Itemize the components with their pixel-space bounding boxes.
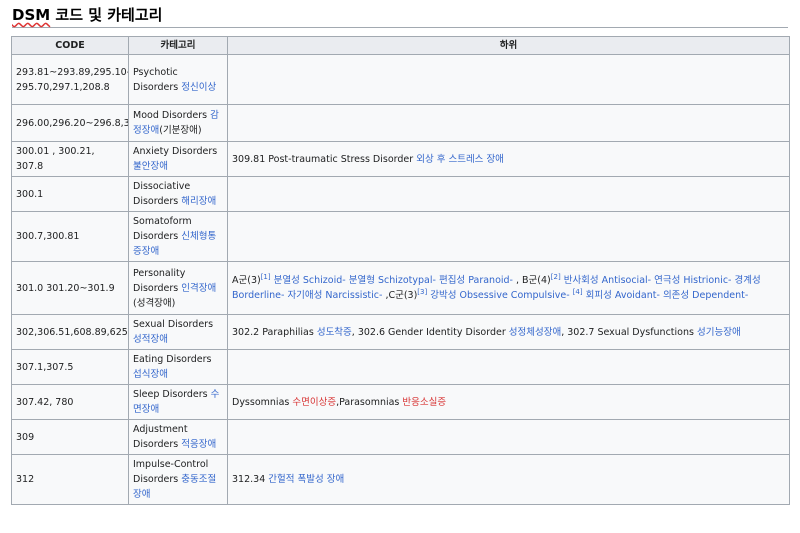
header-sub: 하위 — [227, 36, 790, 55]
category-korean-link[interactable]: 성적장애 — [133, 334, 168, 345]
reference-footnote[interactable]: [3] — [417, 288, 427, 296]
category-english: Adjustment Disorders — [133, 424, 188, 450]
subcategory-text: 309.81 Post-traumatic Stress Disorder — [232, 153, 417, 165]
subcategory-cell — [227, 176, 790, 212]
reference-footnote[interactable]: [1] — [261, 273, 271, 281]
code-cell: 307.42, 780 — [11, 384, 129, 420]
code-cell: 300.01 , 300.21, 307.8 — [11, 141, 129, 177]
subcategory-cell: 309.81 Post-traumatic Stress Disorder 외상… — [227, 141, 790, 177]
category-suffix: (기분장애) — [159, 125, 202, 136]
subcategory-text: A군(3) — [232, 275, 261, 286]
category-english: Sleep Disorders — [133, 389, 211, 400]
category-cell: Sleep Disorders 수면장애 — [128, 384, 228, 420]
subcategory-cell: Dyssomnias 수면이상증,Parasomnias 반응소실증 — [227, 384, 790, 420]
code-cell: 302,306.51,608.89,625 — [11, 314, 129, 350]
category-cell: Adjustment Disorders 적응장애 — [128, 419, 228, 455]
category-cell: Impulse-Control Disorders 충동조절장애 — [128, 454, 228, 505]
subcategory-text: , 302.6 Gender Identity Disorder — [351, 326, 509, 338]
category-cell: Personality Disorders 인격장애 (성격장애) — [128, 261, 228, 315]
category-english: Personality Disorders — [133, 267, 186, 294]
code-cell: 300.7,300.81 — [11, 211, 129, 262]
subcategory-link[interactable]: 외상 후 스트레스 장애 — [416, 154, 504, 165]
category-korean-link[interactable]: 인격장애 — [181, 283, 216, 294]
subcategory-cell: A군(3)[1] 분열성 Schizoid- 분열형 Schizotypal- … — [227, 261, 790, 315]
category-cell: Mood Disorders 감정장애(기분장애) — [128, 104, 228, 142]
subcategory-text: ,Parasomnias — [336, 396, 403, 408]
table-row: 300.1 Dissociative Disorders 해리장애 — [11, 176, 790, 212]
subcategory-link[interactable]: 성정체성장애 — [509, 327, 561, 338]
subcategory-redlink[interactable]: 반응소실증 — [402, 397, 446, 408]
table-row: 302,306.51,608.89,625 Sexual Disorders 성적… — [11, 314, 790, 350]
subcategory-cell — [227, 211, 790, 262]
subcategory-cell: 312.34 간헐적 폭발성 장애 — [227, 454, 790, 505]
code-cell: 300.1 — [11, 176, 129, 212]
table-row: 301.0 301.20~301.9 Personality Disorders … — [11, 261, 790, 315]
header-category: 카테고리 — [128, 36, 228, 55]
table-row: 300.01 , 300.21, 307.8 Anxiety Disorders … — [11, 141, 790, 177]
section-heading: DSM 코드 및 카테고리 — [12, 5, 788, 28]
code-cell: 293.81~293.89,295.10-295.70,297.1,208.8 — [11, 54, 129, 105]
reference-footnote[interactable]: [2] — [551, 273, 561, 281]
category-cell: Sexual Disorders 성적장애 — [128, 314, 228, 350]
code-cell: 309 — [11, 419, 129, 455]
subcategory-cell — [227, 104, 790, 142]
code-cell: 296.00,296.20~296.8,311 — [11, 104, 129, 142]
subcategory-link[interactable]: 분열성 Schizoid- 분열형 Schizotypal- 편집성 Paran… — [271, 275, 516, 286]
reference-footnote[interactable]: [4] — [573, 288, 583, 296]
subcategory-text: 302.2 Paraphilias — [232, 326, 317, 338]
category-cell: Psychotic Disorders 정신이상 — [128, 54, 228, 105]
table-row: 296.00,296.20~296.8,311Mood Disorders 감정… — [11, 104, 790, 142]
category-korean-link[interactable]: 섭식장애 — [133, 369, 168, 380]
subcategory-link[interactable]: 성기능장애 — [697, 327, 741, 338]
category-cell: Anxiety Disorders 불안장애 — [128, 141, 228, 177]
subcategory-link[interactable]: 회피성 Avoidant- 의존성 Dependent- — [583, 290, 749, 301]
table-row: 312 Impulse-Control Disorders 충동조절장애 312.3… — [11, 454, 790, 505]
subcategory-text: Dyssomnias — [232, 396, 293, 408]
category-korean-link[interactable]: 해리장애 — [181, 196, 216, 207]
subcategory-link[interactable]: 성도착증 — [317, 327, 352, 338]
table-row: 300.7,300.81 Somatoform Disorders 신체형통증장애 — [11, 211, 790, 262]
category-suffix: (성격장애) — [133, 297, 176, 309]
code-cell: 312 — [11, 454, 129, 505]
category-cell: Dissociative Disorders 해리장애 — [128, 176, 228, 212]
code-cell: 301.0 301.20~301.9 — [11, 261, 129, 315]
category-korean-link[interactable]: 정신이상 — [181, 82, 216, 93]
code-cell: 307.1,307.5 — [11, 349, 129, 385]
subcategory-cell — [227, 349, 790, 385]
category-english: Psychotic Disorders — [133, 66, 182, 93]
table-row: 307.42, 780 Sleep Disorders 수면장애 Dyssomnia… — [11, 384, 790, 420]
subcategory-cell — [227, 419, 790, 455]
subcategory-link[interactable]: 강박성 Obsessive Compulsive- — [427, 290, 572, 301]
category-korean-link[interactable]: 불안장애 — [133, 161, 168, 172]
category-english: Mood Disorders — [133, 110, 211, 121]
subcategory-cell: 302.2 Paraphilias 성도착증, 302.6 Gender Ide… — [227, 314, 790, 350]
table-row: 307.1,307.5 Eating Disorders 섭식장애 — [11, 349, 790, 385]
subcategory-text: , B군(4) — [516, 275, 551, 286]
category-korean-link[interactable]: 적응장애 — [181, 439, 216, 450]
category-english: Anxiety Disorders — [133, 146, 218, 157]
subcategory-redlink[interactable]: 수면이상증 — [292, 397, 336, 408]
table-row: 293.81~293.89,295.10-295.70,297.1,208.8 P… — [11, 54, 790, 105]
category-cell: Somatoform Disorders 신체형통증장애 — [128, 211, 228, 262]
subcategory-text: , 302.7 Sexual Dysfunctions — [561, 326, 697, 338]
category-english: Eating Disorders — [133, 354, 212, 365]
subcategory-cell — [227, 54, 790, 105]
dsm-table: CODE 카테고리 하위 293.81~293.89,295.10-295.70… — [11, 36, 790, 505]
subcategory-text: 312.34 — [232, 474, 269, 485]
header-code: CODE — [11, 36, 129, 55]
subcategory-link[interactable]: 간헐적 폭발성 장애 — [268, 474, 344, 485]
subcategory-text: ,C군(3) — [385, 290, 418, 301]
category-cell: Eating Disorders 섭식장애 — [128, 349, 228, 385]
heading-dsm-word: DSM — [12, 6, 51, 24]
table-row: 309 Adjustment Disorders 적응장애 — [11, 419, 790, 455]
category-english: Sexual Disorders — [133, 319, 214, 330]
table-header-row: CODE 카테고리 하위 — [11, 36, 790, 55]
heading-rest: 코드 및 카테고리 — [50, 6, 163, 24]
